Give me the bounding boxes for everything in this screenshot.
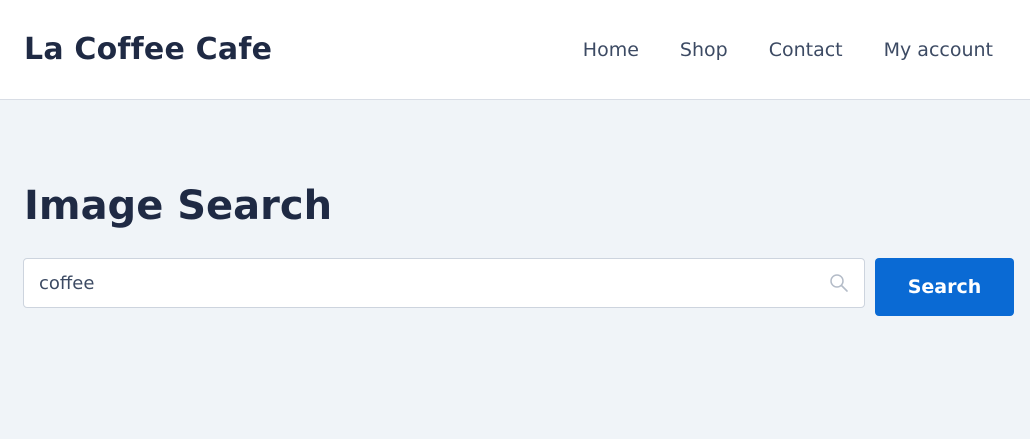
search-button[interactable]: Search bbox=[875, 258, 1014, 316]
nav-shop[interactable]: Shop bbox=[680, 35, 728, 65]
site-header: La Coffee Cafe Home Shop Contact My acco… bbox=[0, 0, 1030, 100]
nav-my-account[interactable]: My account bbox=[884, 35, 993, 65]
nav-home[interactable]: Home bbox=[583, 35, 639, 65]
search-icon[interactable] bbox=[829, 273, 849, 293]
site-brand[interactable]: La Coffee Cafe bbox=[24, 30, 272, 70]
main-content: Image Search Search bbox=[0, 100, 1030, 439]
main-nav: Home Shop Contact My account bbox=[542, 35, 993, 65]
search-input[interactable] bbox=[24, 259, 814, 307]
page-title: Image Search bbox=[24, 183, 333, 229]
nav-contact[interactable]: Contact bbox=[769, 35, 843, 65]
search-box bbox=[23, 258, 865, 308]
